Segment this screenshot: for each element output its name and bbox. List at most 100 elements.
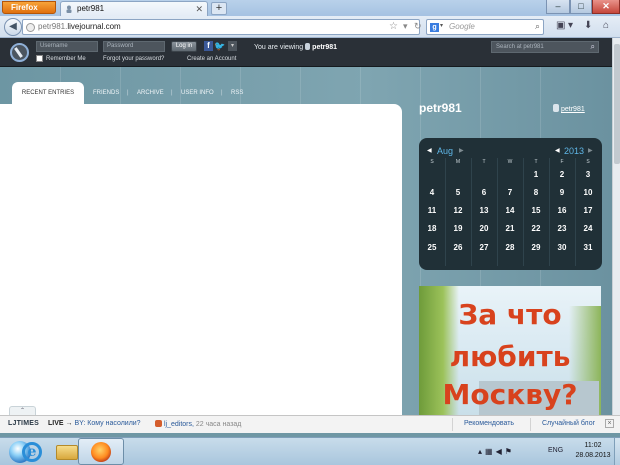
google-icon[interactable]: g [430,23,439,32]
sidebar-username[interactable]: petr981 [561,106,585,113]
firefox-menu-button[interactable]: Firefox [2,1,56,14]
next-year-icon[interactable]: ▶ [588,147,593,154]
tray-arrow-icon[interactable]: ▴ [478,447,485,456]
calendar-day[interactable]: 17 [575,206,601,215]
back-arrow-icon[interactable]: ◀ [4,18,22,36]
browser-tab-bar: Firefox petr981 ✕ + – □ ✕ [0,0,620,16]
username-field[interactable]: Username [36,41,98,52]
calendar-day[interactable]: 24 [575,224,601,233]
calendar-month[interactable]: Aug [437,146,453,156]
previous-month-icon[interactable]: ◀ [427,147,432,154]
clock[interactable]: 11:02 28.08.2013 [573,441,613,461]
calendar-day[interactable]: 12 [445,206,471,215]
new-tab-button[interactable]: + [211,2,227,15]
calendar-day[interactable]: 31 [575,243,601,252]
headline-text[interactable]: BY: Кому насолили? [74,420,140,427]
flag-icon[interactable]: ⚑ [505,447,515,456]
password-field[interactable]: Password [103,41,165,52]
calendar-day[interactable]: 30 [549,243,575,252]
calendar-day[interactable]: 27 [471,243,497,252]
calendar-day[interactable]: 6 [471,188,497,197]
create-account-link[interactable]: Create an Account [187,56,236,62]
calendar-day[interactable]: 10 [575,188,601,197]
remember-me-checkbox[interactable] [36,55,43,62]
calendar-day[interactable]: 20 [471,224,497,233]
chevron-down-icon[interactable]: ▾ [568,20,573,31]
user-favicon-icon [66,5,72,13]
ljtimes-live-headline[interactable]: LIVE → BY: Кому насолили? [48,420,141,427]
calendar-day[interactable]: 25 [419,243,445,252]
calendar-day[interactable]: 23 [549,224,575,233]
calendar-day[interactable]: 7 [497,188,523,197]
livejournal-logo-icon[interactable] [10,43,29,62]
system-tray-icons[interactable]: ▴▦◀⚑ [478,447,515,456]
twitter-icon[interactable]: 🐦 [214,41,226,51]
ljtimes-author[interactable]: lj_editors, 22 часа назад [155,420,241,428]
history-dropdown-icon[interactable]: ▾ [403,21,408,32]
chevron-down-icon[interactable]: ▾ [228,41,237,51]
reload-icon[interactable]: ↻ [414,21,422,32]
forgot-password-link[interactable]: Forgot your password? [103,56,164,62]
calendar-day[interactable]: 18 [419,224,445,233]
calendar-day[interactable]: 2 [549,170,575,179]
calendar-day[interactable]: 21 [497,224,523,233]
calendar-day[interactable]: 16 [549,206,575,215]
ljtimes-logo[interactable]: LJTIMES [8,420,39,427]
search-icon[interactable]: ⌕ [591,42,595,52]
taskbar-firefox[interactable] [78,438,124,465]
journal-search-input[interactable]: Search at petr981 ⌕ [491,41,599,53]
volume-icon[interactable]: ◀ [496,447,505,456]
browser-tab[interactable]: petr981 ✕ [60,1,208,16]
author-name[interactable]: lj_editors [164,421,192,428]
calendar-day[interactable]: 26 [445,243,471,252]
calendar-day[interactable]: 28 [497,243,523,252]
calendar-day[interactable]: 9 [549,188,575,197]
tab-archive[interactable]: ARCHIVE [137,90,164,96]
close-icon[interactable]: × [605,419,614,428]
random-blog-link[interactable]: Случайный блог [542,420,595,427]
show-desktop-button[interactable] [614,438,620,465]
tab-rss[interactable]: RSS [231,90,243,96]
sidebar-user-link[interactable]: petr981 [553,104,585,113]
window-maximize-button[interactable]: □ [570,0,592,14]
calendar-day[interactable]: 29 [523,243,549,252]
calendar-year[interactable]: 2013 [564,146,584,156]
tab-recent-entries[interactable]: RECENT ENTRIES [12,82,84,104]
window-minimize-button[interactable]: – [546,0,570,14]
calendar-day[interactable]: 11 [419,206,445,215]
calendar-day[interactable]: 1 [523,170,549,179]
tab-friends[interactable]: FRIENDS [93,90,119,96]
advertisement-banner[interactable]: За что любить Москву? [419,286,601,415]
calendar-day[interactable]: 8 [523,188,549,197]
calendar-day[interactable]: 15 [523,206,549,215]
recommend-link[interactable]: Рекомендовать [464,420,514,427]
viewing-username[interactable]: petr981 [312,44,337,51]
bookmark-star-icon[interactable]: ☆ [389,21,398,32]
tab-user-info[interactable]: USER INFO [181,90,214,96]
scrollbar-thumb[interactable] [614,44,620,164]
calendar-day[interactable]: 19 [445,224,471,233]
network-icon[interactable]: ▦ [485,447,496,456]
chevron-down-icon[interactable]: ▾ [440,22,443,29]
calendar-day[interactable]: 4 [419,188,445,197]
calendar-day[interactable]: 3 [575,170,601,179]
calendar-day[interactable]: 22 [523,224,549,233]
scroll-to-top-button[interactable]: ⌃ [9,406,36,415]
tab-close-icon[interactable]: ✕ [195,2,203,16]
calendar-day[interactable]: 13 [471,206,497,215]
previous-year-icon[interactable]: ◀ [555,147,560,154]
next-month-icon[interactable]: ▶ [459,147,464,154]
page-scrollbar[interactable] [612,38,620,423]
search-bar[interactable]: g ▾ Google ⌕ [426,19,544,35]
downloads-icon[interactable]: ⬇ [584,20,592,31]
address-bar[interactable]: petr981.livejournal.com ☆ ▾ ↻ [22,19,422,35]
calendar-day[interactable]: 5 [445,188,471,197]
language-indicator[interactable]: ENG [548,447,563,454]
window-close-button[interactable]: ✕ [592,0,620,14]
calendar-day[interactable]: 14 [497,206,523,215]
bookmarks-icon[interactable]: ▣ [556,20,565,31]
facebook-icon[interactable]: f [204,41,213,51]
login-button[interactable]: Log in [171,41,197,52]
home-icon[interactable]: ⌂ [603,20,609,31]
search-icon[interactable]: ⌕ [535,21,540,32]
